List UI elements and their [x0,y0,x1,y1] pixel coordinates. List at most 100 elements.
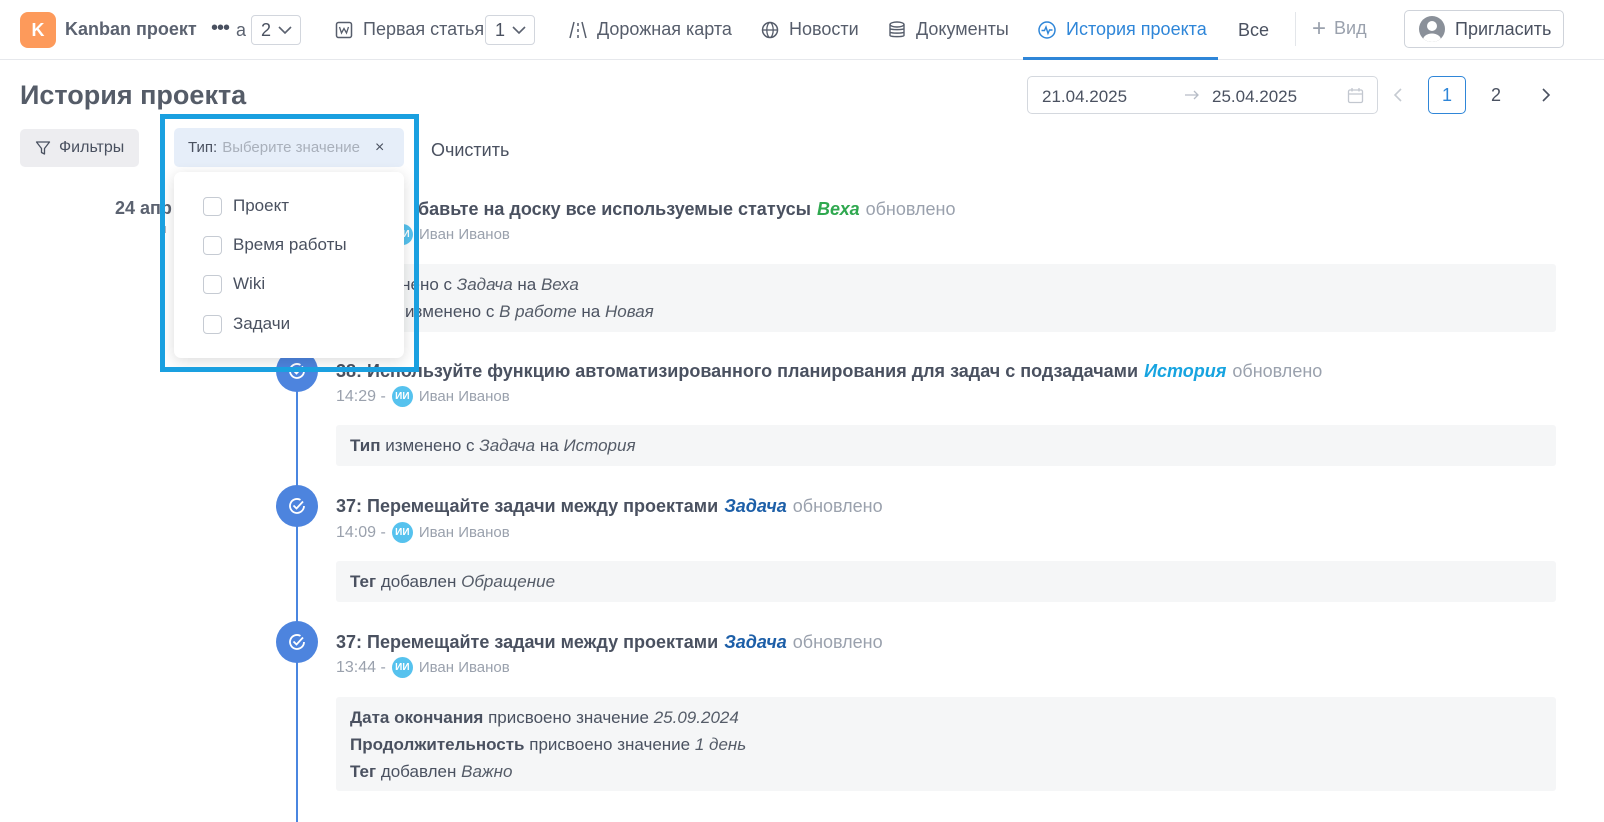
filters-button[interactable]: Фильтры [20,129,139,167]
entry-action: обновлено [792,496,883,516]
tab-truncated-label[interactable]: а [236,20,246,41]
chevron-down-icon [278,24,292,36]
project-name[interactable]: Kanban проект [65,19,197,40]
prev-page-button[interactable] [1390,86,1408,104]
entry-user[interactable]: Иван Иванов [419,659,510,676]
checkbox[interactable] [203,314,222,334]
change-line: Тип изменено с Задача на История [350,436,636,455]
checkbox[interactable] [203,274,222,294]
option-label: Wiki [233,274,266,293]
tab-roadmap[interactable]: Дорожная карта [568,0,732,59]
entry-type: Задача [724,632,787,652]
page-1-button[interactable]: 1 [1428,76,1466,114]
calendar-icon [1347,87,1364,104]
date-from[interactable]: 21.04.2025 [1042,87,1127,107]
entry-meta: 13:44 - ИИ Иван Иванов [336,657,510,678]
tab-all[interactable]: Все [1238,20,1269,41]
filters-label: Фильтры [59,139,125,156]
change-line: Тег добавлен Обращение [350,572,556,591]
arrow-right-icon [1183,86,1201,104]
entry-time: 13:44 - [336,658,386,676]
option-wiki[interactable]: Wiki [203,274,265,294]
entry-title[interactable]: 37: Перемещайте задачи между проектами За… [336,632,883,653]
add-view-label: Вид [1334,18,1367,38]
entry-type: Задача [724,496,787,516]
entry-time: 14:09 - [336,523,386,541]
user-avatar: ИИ [391,386,413,407]
timeline-node [276,621,318,663]
tab-documents[interactable]: Документы [887,0,1009,59]
entry-meta: 14:29 - ИИ Иван Иванов [336,386,510,407]
check-circle-icon [289,363,305,379]
road-icon [568,20,588,40]
date-to[interactable]: 25.04.2025 [1212,87,1297,107]
type-filter-dropdown: Проект Время работы Wiki Задачи [174,172,404,358]
database-icon [887,20,907,40]
top-bar: K Kanban проект ••• а 2 Первая статья 1 … [0,0,1604,60]
chevron-down-icon [512,24,526,36]
tab-count-select[interactable]: 2 [251,15,301,45]
entry-title[interactable]: 38: Используйте функцию автоматизированн… [336,361,1322,382]
tab-project-history[interactable]: История проекта [1023,0,1218,60]
entry-title[interactable]: 37: Перемещайте задачи между проектами За… [336,496,883,517]
add-view-button[interactable]: + Вид [1312,14,1367,42]
wiki-icon [334,20,354,40]
type-filter-select[interactable]: Тип: Выберите значение × [174,128,404,167]
entry-changes: Тег добавлен Обращение [336,561,1556,602]
day-label: 24 апр [115,198,172,218]
tab-news[interactable]: Новости [760,0,859,59]
tab-project-history-label: История проекта [1066,19,1207,39]
option-label: Время работы [233,235,347,254]
option-tasks[interactable]: Задачи [203,314,290,334]
entry-type: Веха [817,199,860,219]
entry-title[interactable]: бавьте на доску все используемые статусы… [418,199,955,220]
checkbox[interactable] [203,235,222,255]
entry-changes: Тип изменено с Задача на История [336,425,1556,466]
globe-icon [760,20,780,40]
user-avatar: ИИ [391,657,413,678]
invite-button[interactable]: Пригласить [1404,10,1564,48]
entry-action: обновлено [865,199,956,219]
clear-filters-button[interactable]: Очистить [431,140,509,161]
project-logo[interactable]: K [20,12,56,48]
more-menu-button[interactable]: ••• [208,18,232,42]
next-page-button[interactable] [1536,86,1554,104]
entry-title-text: 37: Перемещайте задачи между проектами [336,496,719,516]
entry-title-text: бавьте на доску все используемые статусы [418,199,812,219]
tab-first-article-label: Первая статья [363,19,485,39]
entry-time: 14:29 - [336,387,386,405]
user-avatar-icon [1419,16,1445,42]
change-line: Тег добавлен Важно [350,762,513,781]
entry-meta: 14:09 - ИИ Иван Иванов [336,522,510,543]
option-work-time[interactable]: Время работы [203,235,347,255]
tab-count-value: 2 [261,20,272,40]
entry-user[interactable]: Иван Иванов [419,388,510,405]
entry-user[interactable]: Иван Иванов [419,226,510,243]
date-range-picker[interactable]: 21.04.2025 25.04.2025 [1027,76,1378,114]
change-line: изменено с В работе на Новая [405,302,654,321]
checkbox[interactable] [203,196,222,216]
user-avatar: ИИ [391,522,413,543]
entry-action: обновлено [792,632,883,652]
timeline-node [276,485,318,527]
entry-type: История [1144,361,1227,381]
entry-title-text: 37: Перемещайте задачи между проектами [336,632,719,652]
tab-roadmap-label: Дорожная карта [597,19,732,39]
timeline-line [296,350,298,822]
close-icon[interactable]: × [375,128,384,167]
article-count-select[interactable]: 1 [485,15,535,45]
option-label: Задачи [233,314,291,333]
page-2-button[interactable]: 2 [1477,76,1515,114]
type-filter-key: Тип: [188,139,218,156]
entry-action: обновлено [1232,361,1323,381]
entry-changes: Дата окончания присвоено значение 25.09.… [336,697,1556,791]
tab-first-article[interactable]: Первая статья [334,0,484,59]
change-line: Продолжительность присвоено значение 1 д… [350,735,747,754]
option-project[interactable]: Проект [203,196,289,216]
entry-changes: менено с Задача на Веха изменено с В раб… [336,264,1556,332]
type-filter-placeholder: Выберите значение [222,139,361,156]
plus-icon: + [1312,14,1327,42]
day-sublabel: ч [160,221,167,236]
entry-user[interactable]: Иван Иванов [419,524,510,541]
page-title: История проекта [20,80,247,110]
